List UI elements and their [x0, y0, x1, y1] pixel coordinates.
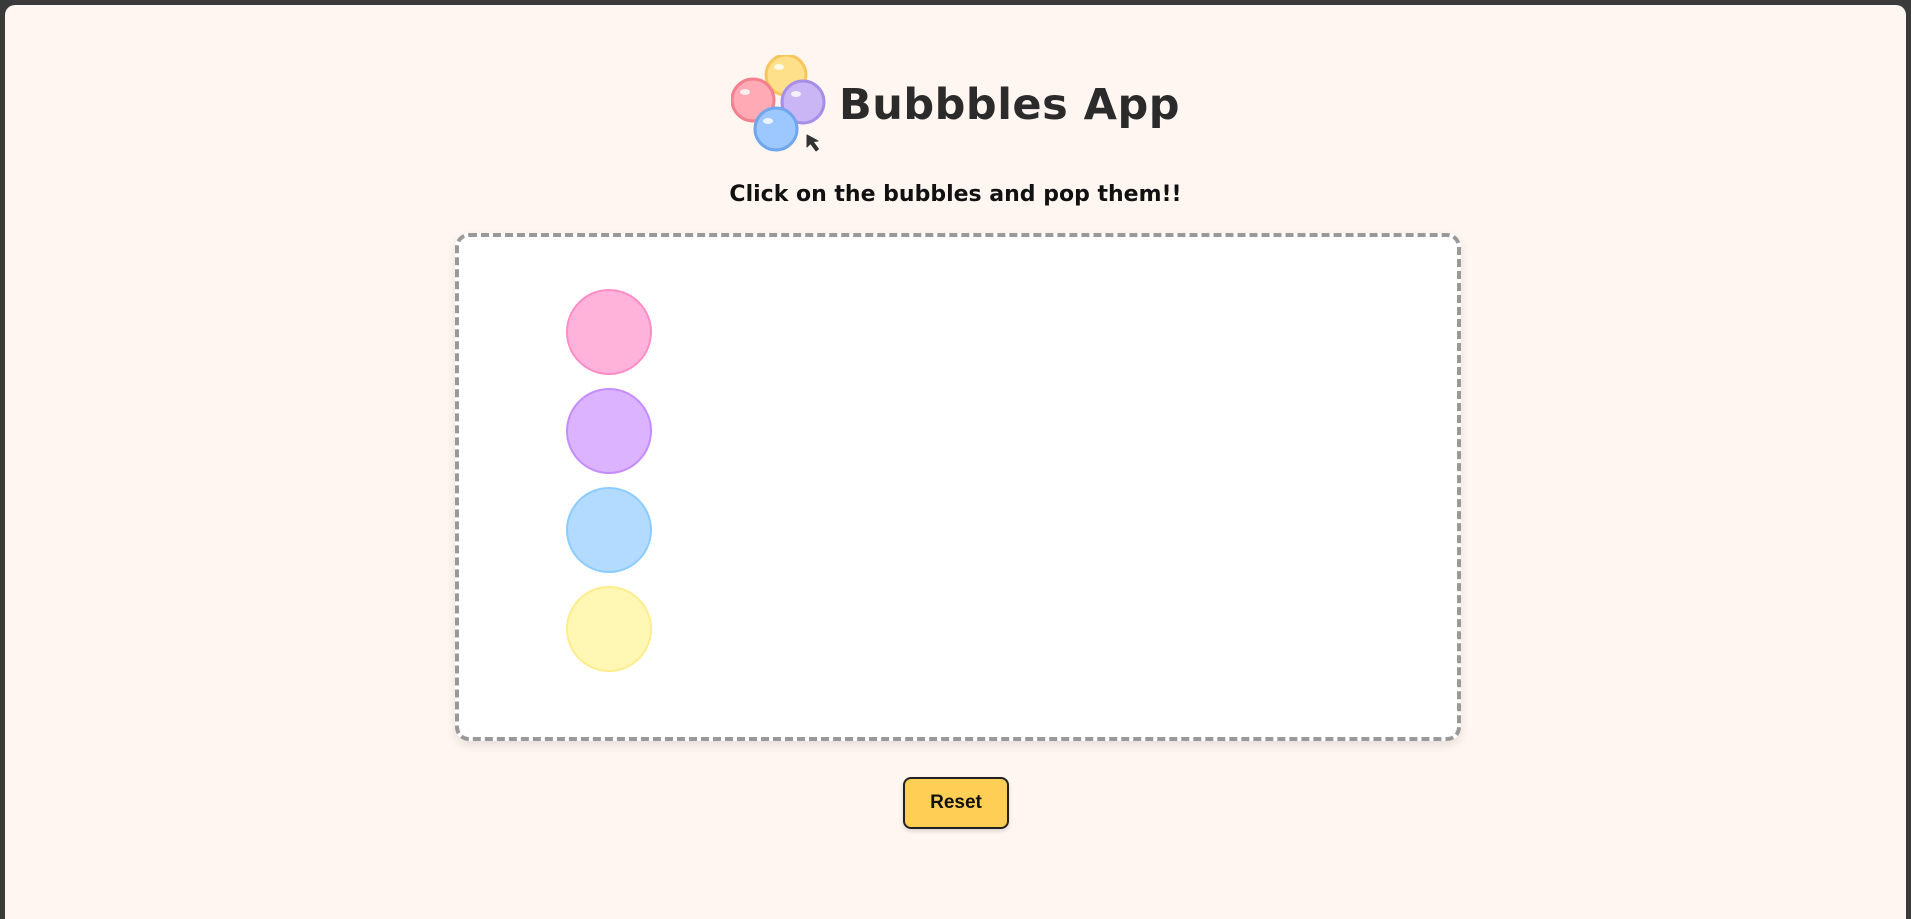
app-title: Bubbbles App [838, 80, 1181, 130]
app-header: Bubbbles App [5, 53, 1906, 155]
cursor-arrow-icon [806, 134, 819, 152]
bubble-purple[interactable] [566, 388, 652, 474]
app-window: Bubbbles App Click on the bubbles and po… [5, 5, 1906, 919]
instruction-text: Click on the bubbles and pop them!! [729, 182, 1182, 207]
bubble-pink[interactable] [566, 289, 652, 375]
reset-button[interactable]: Reset [903, 777, 1009, 829]
bubble-yellow[interactable] [566, 586, 652, 672]
bubbles-logo-icon [730, 53, 831, 155]
bubble-blue[interactable] [566, 487, 652, 573]
bubble-play-area [455, 233, 1461, 741]
